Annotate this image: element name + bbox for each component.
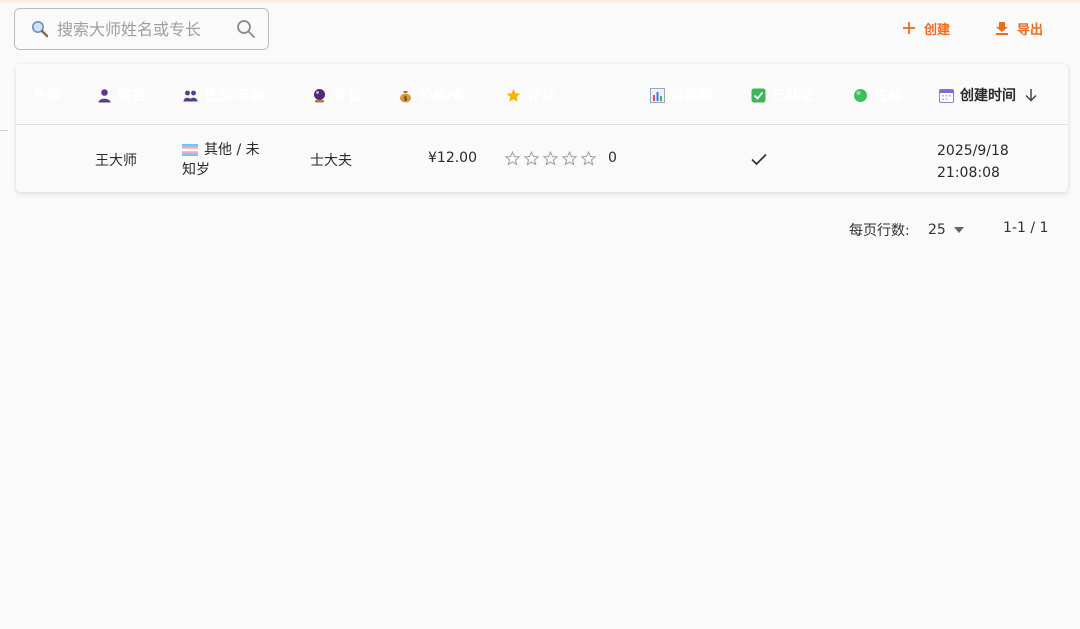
- search-input[interactable]: [57, 19, 236, 39]
- cell-specialty: 士大夫: [310, 153, 352, 169]
- pagination-range: 1-1 / 1: [1003, 220, 1049, 236]
- column-header-rating[interactable]: 评分: [506, 86, 555, 104]
- created-date: 2025/9/18: [937, 143, 1009, 159]
- top-accent-glow: [0, 0, 1080, 4]
- rows-per-page-value: 25: [928, 222, 946, 238]
- export-button-label: 导出: [1017, 22, 1044, 38]
- star-outline-icon[interactable]: [581, 150, 596, 166]
- cell-price: ¥12.00: [428, 150, 477, 166]
- check-icon: [751, 153, 767, 166]
- column-header-created[interactable]: 创建时间: [939, 86, 1038, 104]
- column-header-specialty[interactable]: 专长: [312, 86, 361, 104]
- gender-text-line2: 知岁: [182, 162, 210, 178]
- cell-name: 王大师: [95, 153, 137, 169]
- people-icon: [183, 90, 198, 101]
- calendar-icon: [939, 88, 954, 103]
- star-icon: [506, 88, 521, 102]
- svg-text:$: $: [403, 95, 407, 102]
- caret-down-icon: [953, 227, 964, 233]
- person-icon: [98, 88, 111, 102]
- gender-text-line1: 其他 / 未: [204, 142, 260, 158]
- column-label: 已认证: [772, 88, 814, 104]
- cell-created: 2025/9/18 21:08:08: [937, 140, 1009, 184]
- search-box[interactable]: [14, 8, 269, 50]
- column-label: 咨询数: [671, 88, 713, 104]
- divider: [0, 130, 8, 131]
- column-label: 姓名: [118, 88, 146, 104]
- column-label: 价格/条: [419, 88, 467, 104]
- cell-gender-age: 其他 / 未 知岁: [182, 140, 260, 180]
- column-label: 头像: [33, 88, 61, 104]
- column-label: 专长: [333, 88, 361, 104]
- star-outline-icon[interactable]: [524, 150, 539, 166]
- column-header-consults[interactable]: 咨询数: [650, 86, 713, 104]
- table-row[interactable]: 王大师 其他 / 未 知岁 士大夫 ¥12.00 0 2025/9/18 21:…: [16, 126, 1068, 192]
- create-button[interactable]: 创建: [902, 16, 950, 40]
- column-label: 创建时间: [960, 88, 1016, 104]
- column-label: 评分: [527, 88, 555, 104]
- search-icon[interactable]: [236, 19, 256, 39]
- rating-count: 0: [608, 150, 617, 166]
- column-header-online[interactable]: 在线: [853, 86, 902, 104]
- star-outline-icon[interactable]: [505, 150, 520, 166]
- plus-icon: [903, 22, 915, 34]
- star-outline-icon[interactable]: [543, 150, 558, 166]
- green-circle-icon: [854, 88, 867, 102]
- bar-chart-icon: [650, 87, 665, 103]
- column-header-verified[interactable]: 已认证: [751, 86, 814, 104]
- check-box-icon: [751, 88, 766, 102]
- column-header-name[interactable]: 姓名: [97, 86, 146, 104]
- column-label: 在线: [874, 88, 902, 104]
- created-time: 21:08:08: [937, 165, 1000, 181]
- column-header-price[interactable]: $ 价格/条: [398, 86, 466, 104]
- cell-rating[interactable]: 0: [505, 150, 617, 166]
- rows-per-page-select[interactable]: 25: [928, 220, 964, 240]
- arrow-down-icon[interactable]: [1024, 88, 1038, 102]
- transgender-flag-icon: [182, 144, 198, 156]
- create-button-label: 创建: [924, 22, 951, 38]
- table-header: 头像 姓名 性别/年龄 专长 $ 价格/条 评分 咨询数 已认证 在线 创建时间: [16, 64, 1068, 125]
- star-outline-icon[interactable]: [562, 150, 577, 166]
- rows-per-page-label: 每页行数:: [849, 223, 910, 239]
- cell-verified: [750, 151, 768, 171]
- money-bag-icon: $: [400, 90, 411, 102]
- download-icon: [996, 22, 1008, 35]
- column-label: 性别/年龄: [204, 88, 266, 104]
- export-button[interactable]: 导出: [995, 16, 1043, 40]
- magnifier-emoji-icon: [32, 21, 49, 38]
- column-header-gender-age[interactable]: 性别/年龄: [183, 86, 265, 104]
- column-header-avatar[interactable]: 头像: [33, 86, 61, 104]
- crystal-ball-icon: [314, 88, 325, 102]
- data-table: 头像 姓名 性别/年龄 专长 $ 价格/条 评分 咨询数 已认证 在线 创建时间…: [16, 64, 1068, 192]
